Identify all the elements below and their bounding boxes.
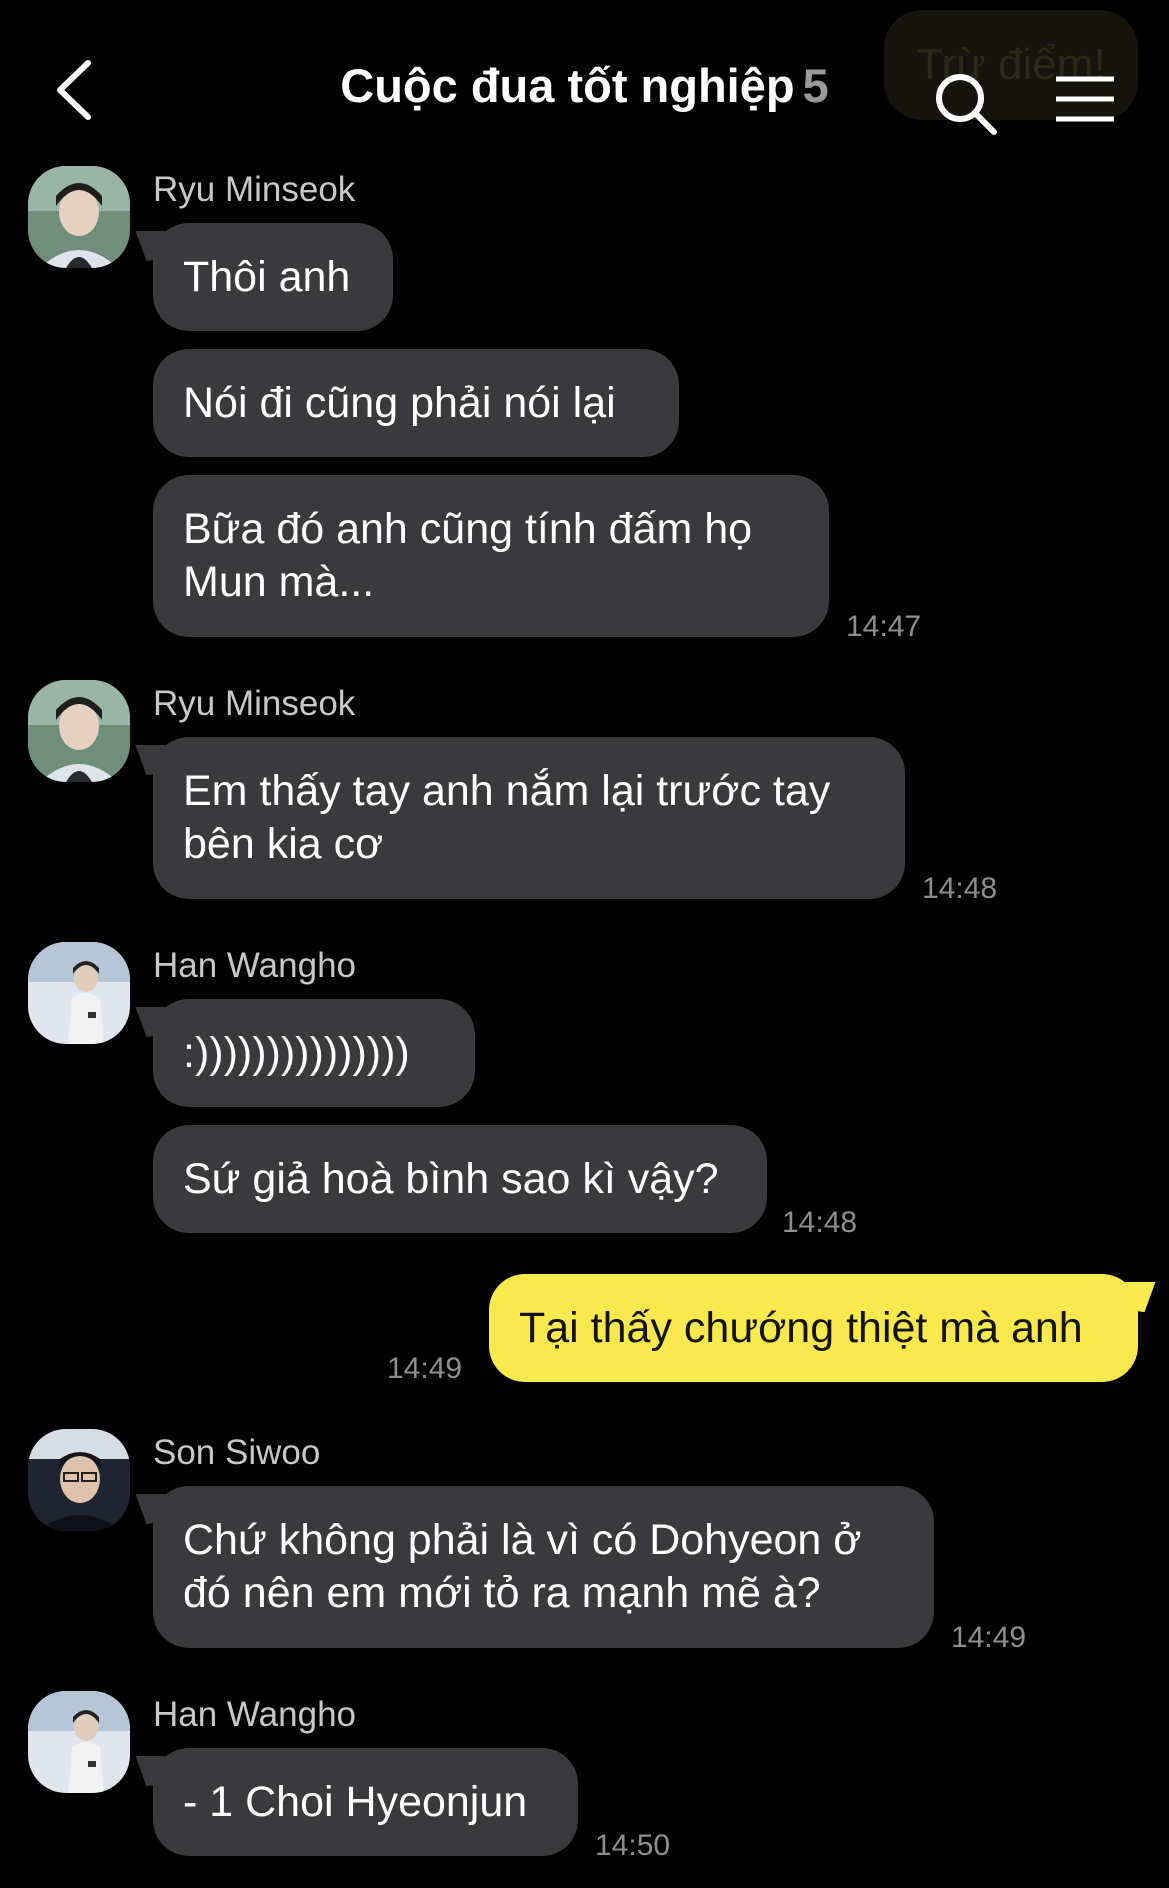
- sender-name: Son Siwoo: [153, 1433, 321, 1472]
- timestamp: 14:48: [922, 872, 998, 905]
- profile-photo-icon: [28, 166, 130, 268]
- profile-photo-icon: [28, 1429, 130, 1531]
- message-bubble[interactable]: Sứ giả hoà bình sao kì vậy?: [153, 1125, 767, 1233]
- sender-name: Ryu Minseok: [153, 170, 356, 209]
- message-bubble[interactable]: :))))))))))))))): [153, 999, 475, 1107]
- sender-name: Ryu Minseok: [153, 684, 356, 723]
- avatar-han-wangho[interactable]: [28, 942, 130, 1044]
- avatar-son-siwoo[interactable]: [28, 1429, 130, 1531]
- chat-title-text: Cuộc đua tốt nghiệp: [340, 59, 795, 112]
- profile-photo-icon: [28, 680, 130, 782]
- search-icon: [936, 74, 997, 135]
- sender-name: Han Wangho: [153, 946, 356, 985]
- message-bubble-outgoing[interactable]: Tại thấy chướng thiệt mà anh: [489, 1274, 1138, 1382]
- profile-photo-icon: [28, 1691, 130, 1793]
- avatar-han-wangho[interactable]: [28, 1691, 130, 1793]
- menu-button[interactable]: [1054, 74, 1116, 124]
- message-bubble[interactable]: Em thấy tay anh nắm lại trước tay bên ki…: [153, 737, 905, 899]
- message-bubble[interactable]: Bữa đó anh cũng tính đấm họ Mun mà...: [153, 475, 829, 637]
- hamburger-menu-icon: [1056, 76, 1114, 122]
- timestamp: 14:49: [951, 1621, 1027, 1654]
- sender-name: Han Wangho: [153, 1695, 356, 1734]
- timestamp: 14:50: [595, 1829, 671, 1862]
- search-button[interactable]: [930, 68, 1000, 138]
- message-bubble[interactable]: - 1 Choi Hyeonjun: [153, 1748, 578, 1856]
- chat-header: Trừ điểm! Cuộc đua tốt nghiệp 5: [0, 0, 1169, 165]
- message-bubble[interactable]: Thôi anh: [153, 223, 393, 331]
- avatar-ryu-minseok[interactable]: [28, 166, 130, 268]
- timestamp: 14:49: [387, 1352, 463, 1385]
- avatar-ryu-minseok[interactable]: [28, 680, 130, 782]
- message-bubble[interactable]: Chứ không phải là vì có Dohyeon ở đó nên…: [153, 1486, 934, 1648]
- member-count: 5: [802, 59, 829, 112]
- timestamp: 14:48: [782, 1206, 858, 1239]
- timestamp: 14:47: [846, 610, 922, 643]
- message-bubble[interactable]: Nói đi cũng phải nói lại: [153, 349, 679, 457]
- profile-photo-icon: [28, 942, 130, 1044]
